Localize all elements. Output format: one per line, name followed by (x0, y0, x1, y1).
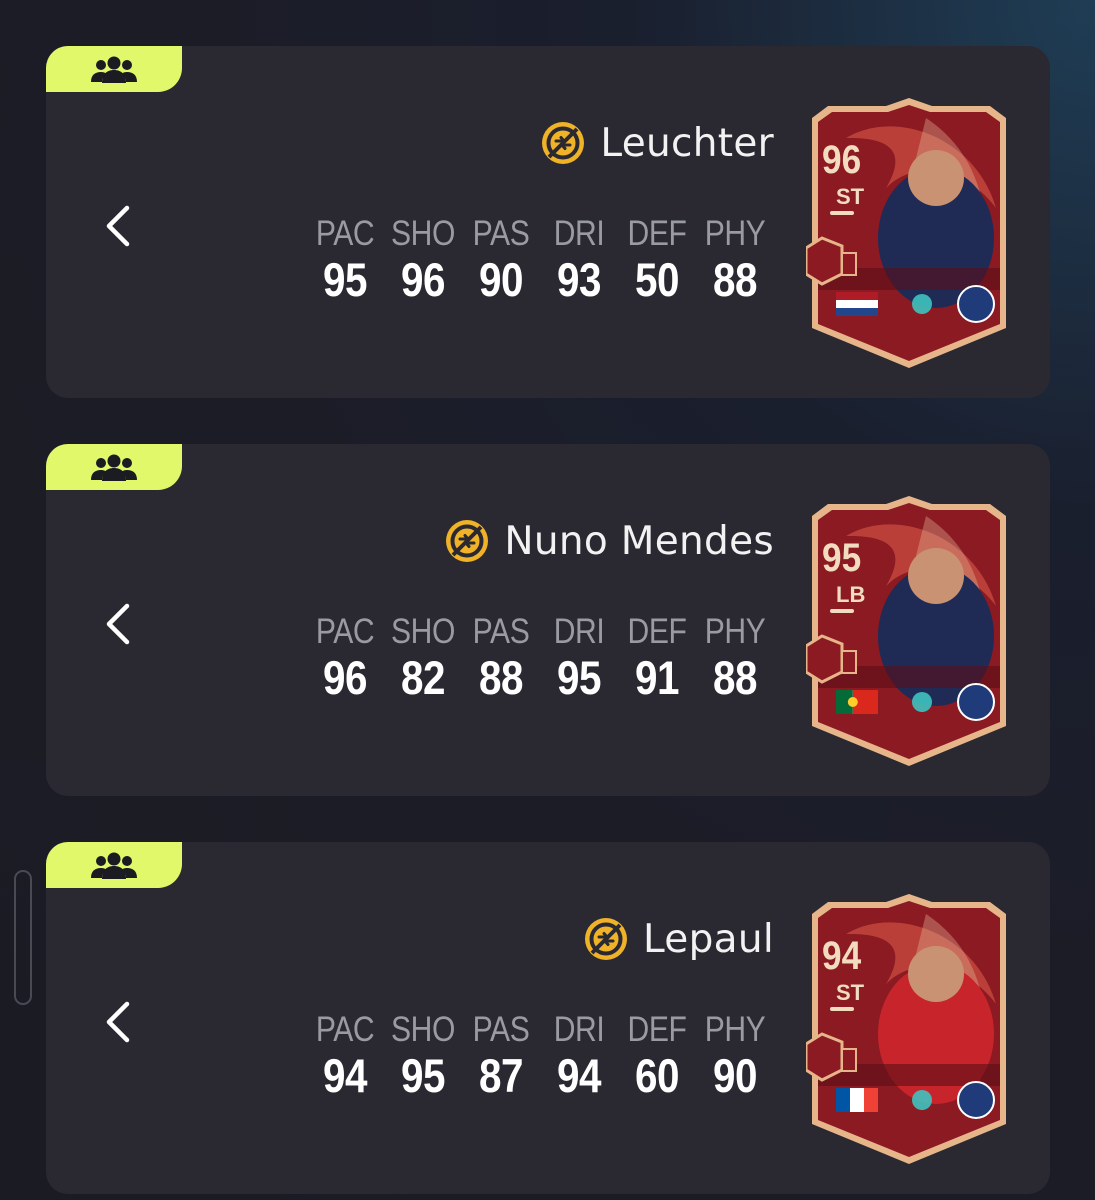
squad-tab[interactable] (46, 842, 182, 888)
stat-label: PAS (472, 612, 530, 651)
stat-label: PAS (472, 1010, 530, 1049)
stat-value: 87 (478, 1049, 524, 1102)
stat-label: PHY (704, 1010, 766, 1049)
player-card[interactable]: 94 ST (804, 894, 1012, 1164)
stat-value: 95 (400, 1049, 446, 1102)
player-name: Leuchter (600, 120, 774, 166)
stat-dri: DRI 95 (540, 612, 618, 704)
squad-tab[interactable] (46, 444, 182, 490)
stat-value: 60 (634, 1049, 680, 1102)
player-name: Nuno Mendes (504, 518, 774, 564)
stat-label: DRI (553, 214, 605, 253)
stat-label: SHO (391, 214, 455, 253)
player-card[interactable]: 95 LB (804, 496, 1012, 766)
stat-value: 50 (634, 253, 680, 306)
stat-phy: PHY 88 (696, 612, 774, 704)
stat-sho: SHO 82 (384, 612, 462, 704)
untradeable-coin-icon (542, 122, 585, 164)
stat-value: 90 (712, 1049, 758, 1102)
stat-label: DEF (627, 214, 687, 253)
player-card[interactable]: 96 ST (804, 98, 1012, 368)
stat-label: DRI (553, 1010, 605, 1049)
untradeable-coin-icon (584, 918, 627, 960)
player-name: Lepaul (642, 916, 774, 962)
stat-sho: SHO 96 (384, 214, 462, 306)
card-position: ST (836, 184, 865, 209)
stat-label: PAC (315, 1010, 375, 1049)
stat-def: DEF 60 (618, 1010, 696, 1102)
stat-pas: PAS 88 (462, 612, 540, 704)
player-panel[interactable]: Leuchter PAC 95 SHO 96 PAS 90 DRI 93 DEF 50 PHY 88 (46, 46, 1050, 398)
player-name-row: Leuchter (540, 118, 774, 168)
stat-label: PAC (315, 612, 375, 651)
stat-value: 94 (556, 1049, 602, 1102)
stat-value: 82 (400, 651, 446, 704)
stat-value: 88 (712, 651, 758, 704)
stat-pac: PAC 96 (306, 612, 384, 704)
stat-pac: PAC 95 (306, 214, 384, 306)
card-rating: 94 (822, 934, 862, 978)
stat-sho: SHO 95 (384, 1010, 462, 1102)
stat-dri: DRI 93 (540, 214, 618, 306)
stat-label: DEF (627, 1010, 687, 1049)
stats-row: PAC 94 SHO 95 PAS 87 DRI 94 DEF 60 PHY 90 (306, 1010, 774, 1102)
stat-value: 96 (322, 651, 368, 704)
stat-label: PHY (704, 214, 766, 253)
stat-label: SHO (391, 612, 455, 651)
stat-value: 95 (556, 651, 602, 704)
stat-pas: PAS 87 (462, 1010, 540, 1102)
stat-value: 93 (556, 253, 602, 306)
stat-label: PAC (315, 214, 375, 253)
card-position: ST (836, 980, 865, 1005)
stats-row: PAC 96 SHO 82 PAS 88 DRI 95 DEF 91 PHY 88 (306, 612, 774, 704)
stat-pas: PAS 90 (462, 214, 540, 306)
group-icon (91, 852, 137, 879)
stat-label: DRI (553, 612, 605, 651)
group-icon (91, 56, 137, 83)
player-panel[interactable]: Lepaul PAC 94 SHO 95 PAS 87 DRI 94 DEF 60 PHY 90 (46, 842, 1050, 1194)
back-chevron-icon[interactable] (98, 201, 138, 251)
player-name-row: Nuno Mendes (444, 516, 774, 566)
group-icon (91, 454, 137, 481)
stat-label: SHO (391, 1010, 455, 1049)
untradeable-coin-icon (446, 520, 489, 562)
stat-value: 88 (712, 253, 758, 306)
stat-value: 91 (634, 651, 680, 704)
back-chevron-icon[interactable] (98, 599, 138, 649)
player-panel[interactable]: Nuno Mendes PAC 96 SHO 82 PAS 88 DRI 95 DEF 91 PHY… (46, 444, 1050, 796)
stat-value: 88 (478, 651, 524, 704)
back-chevron-icon[interactable] (98, 997, 138, 1047)
stat-value: 96 (400, 253, 446, 306)
card-rating: 96 (822, 138, 862, 182)
stat-def: DEF 50 (618, 214, 696, 306)
card-rating: 95 (822, 536, 862, 580)
stat-pac: PAC 94 (306, 1010, 384, 1102)
stat-label: PAS (472, 214, 530, 253)
stat-value: 94 (322, 1049, 368, 1102)
stat-phy: PHY 88 (696, 214, 774, 306)
stat-phy: PHY 90 (696, 1010, 774, 1102)
squad-tab[interactable] (46, 46, 182, 92)
player-name-row: Lepaul (583, 914, 774, 964)
scrollbar[interactable] (14, 870, 32, 1005)
stat-value: 90 (478, 253, 524, 306)
stat-label: PHY (704, 612, 766, 651)
stat-label: DEF (627, 612, 687, 651)
stat-value: 95 (322, 253, 368, 306)
card-position: LB (836, 582, 866, 607)
stat-dri: DRI 94 (540, 1010, 618, 1102)
stats-row: PAC 95 SHO 96 PAS 90 DRI 93 DEF 50 PHY 88 (306, 214, 774, 306)
stat-def: DEF 91 (618, 612, 696, 704)
